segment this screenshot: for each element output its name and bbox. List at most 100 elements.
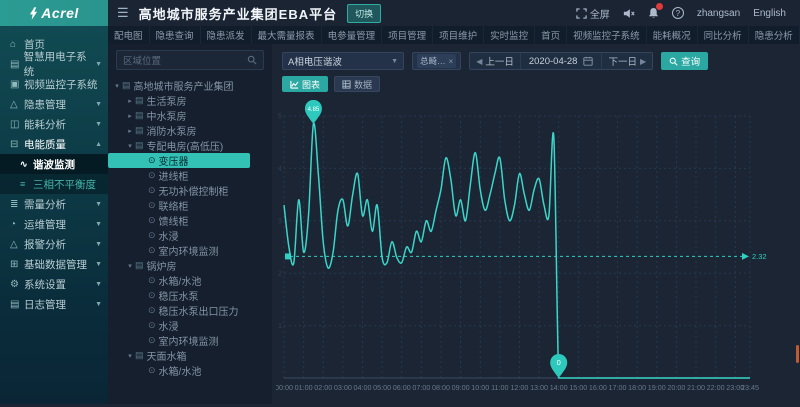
hazard-icon: △: [10, 99, 24, 110]
chevron-up-icon: ▲: [95, 141, 102, 148]
mark-point[interactable]: 0: [550, 354, 567, 378]
tree-node-label: 稳压水泵出口压力: [159, 303, 239, 318]
sidebar-item-能耗分析[interactable]: ◫能耗分析▼: [0, 114, 108, 134]
tab-首页[interactable]: 首页: [535, 26, 567, 44]
sidebar-item-报警分析[interactable]: △报警分析▼: [0, 234, 108, 254]
sidebar-item-基础数据管理[interactable]: ⊞基础数据管理▼: [0, 254, 108, 274]
tab-项目维护[interactable]: 项目维护: [433, 26, 484, 44]
tab-同比分析[interactable]: 同比分析: [698, 26, 749, 44]
collapse-icon[interactable]: ▾: [112, 82, 122, 90]
collapse-icon[interactable]: ▾: [125, 262, 135, 270]
sidebar-item-电能质量[interactable]: ⊟电能质量▲: [0, 134, 108, 154]
tab-隐患查询[interactable]: 隐患查询: [150, 26, 201, 44]
mute-button[interactable]: [623, 8, 635, 19]
chart-svg: 1234500:0001:0002:0003:0004:0005:0006:00…: [276, 100, 790, 402]
help-icon[interactable]: ?: [672, 7, 684, 19]
prev-day-button[interactable]: ◀ 上一日: [470, 53, 520, 69]
tab-最大需量报表[interactable]: 最大需量报表: [252, 26, 322, 44]
tree-node-消防水泵房[interactable]: ▸▤消防水泵房: [108, 123, 272, 138]
tree-node-变压器[interactable]: ⊙变压器: [108, 153, 250, 168]
chart-view-button[interactable]: 图表: [282, 76, 328, 92]
svg-text:19:00: 19:00: [648, 383, 666, 392]
tree-node-中水泵房[interactable]: ▸▤中水泵房: [108, 108, 272, 123]
tab-隐患分析[interactable]: 隐患分析: [749, 26, 800, 44]
tree-node-水浸[interactable]: ⊙水浸: [108, 228, 272, 243]
switch-button[interactable]: 切换: [347, 4, 381, 23]
data-view-button[interactable]: 数据: [334, 76, 380, 92]
tree-node-稳压水泵出口压力[interactable]: ⊙稳压水泵出口压力: [108, 303, 272, 318]
tree-node-水箱/水池[interactable]: ⊙水箱/水池: [108, 363, 272, 378]
tree-search-input[interactable]: 区域位置: [116, 50, 264, 70]
svg-text:5: 5: [278, 114, 282, 121]
svg-text:12:00: 12:00: [510, 383, 528, 392]
metric-tag[interactable]: 总畸… ×: [417, 54, 456, 68]
sidebar-item-需量分析[interactable]: ≣需量分析▼: [0, 194, 108, 214]
expand-icon[interactable]: ▸: [125, 127, 135, 135]
tree-node-专配电房(高低压)[interactable]: ▾▤专配电房(高低压): [108, 138, 272, 153]
sidebar-item-智慧用电子系统[interactable]: ▤智慧用电子系统▼: [0, 54, 108, 74]
scroll-indicator[interactable]: [796, 345, 799, 363]
sidebar-item-隐患管理[interactable]: △隐患管理▼: [0, 94, 108, 114]
fullscreen-icon: [576, 8, 587, 19]
chevron-right-icon: ▶: [640, 57, 646, 66]
sidebar-subitem-三相不平衡度[interactable]: ≡三相不平衡度: [0, 174, 108, 194]
tab-label: 隐患查询: [156, 28, 194, 42]
tree-node-水浸[interactable]: ⊙水浸: [108, 318, 272, 333]
metric-multiselect[interactable]: 总畸… ×: [412, 52, 461, 70]
mark-point[interactable]: 4.85: [305, 100, 322, 124]
tree-node-室内环境监测[interactable]: ⊙室内环境监测: [108, 333, 272, 348]
tab-能耗概况[interactable]: 能耗概况: [647, 26, 698, 44]
sidebar-item-系统设置[interactable]: ⚙系统设置▼: [0, 274, 108, 294]
tree-node-生活泵房[interactable]: ▸▤生活泵房: [108, 93, 272, 108]
fullscreen-button[interactable]: 全屏: [576, 6, 610, 21]
tab-label: 首页: [541, 28, 560, 42]
chart-view-icon: [290, 80, 299, 89]
sidebar-item-日志管理[interactable]: ▤日志管理▼: [0, 294, 108, 314]
next-day-button[interactable]: 下一日 ▶: [602, 53, 652, 69]
tab-隐患派发[interactable]: 隐患派发: [201, 26, 252, 44]
tree-node-联络柜[interactable]: ⊙联络柜: [108, 198, 272, 213]
expand-icon[interactable]: ▸: [125, 97, 135, 105]
tree-node-室内环境监测[interactable]: ⊙室内环境监测: [108, 243, 272, 258]
query-button[interactable]: 查询: [661, 52, 708, 70]
folder-icon: ▤: [135, 110, 144, 121]
tree-node-锅炉房[interactable]: ▾▤锅炉房: [108, 258, 272, 273]
tree-node-无功补偿控制柜[interactable]: ⊙无功补偿控制柜: [108, 183, 272, 198]
svg-text:21:00: 21:00: [687, 383, 705, 392]
tree-node-天面水箱[interactable]: ▾▤天面水箱: [108, 348, 272, 363]
tree-node-高地城市服务产业集团[interactable]: ▾▤高地城市服务产业集团: [108, 78, 272, 93]
sidebar-subitem-谐波监测[interactable]: ∿谐波监测: [0, 154, 108, 174]
tab-视频监控子系统[interactable]: 视频监控子系统: [567, 26, 647, 44]
expand-icon[interactable]: ▸: [125, 112, 135, 120]
tab-电参量管理[interactable]: 电参量管理: [322, 26, 383, 44]
tab-实时监控[interactable]: 实时监控: [484, 26, 535, 44]
username[interactable]: zhangsan: [697, 8, 740, 19]
collapse-icon[interactable]: ▾: [125, 142, 135, 150]
date-picker[interactable]: 2020-04-28: [520, 53, 603, 69]
log-icon: ▤: [10, 299, 24, 310]
tab-项目管理[interactable]: 项目管理: [382, 26, 433, 44]
tree-node-水箱/水池[interactable]: ⊙水箱/水池: [108, 273, 272, 288]
folder-icon: ▤: [135, 260, 144, 271]
tree-node-馈线柜[interactable]: ⊙馈线柜: [108, 213, 272, 228]
language-switch[interactable]: English: [753, 8, 786, 19]
chevron-down-icon: ▼: [391, 58, 398, 65]
tab-配电图[interactable]: 配电图: [108, 26, 150, 44]
sidebar-item-运维管理[interactable]: ◔运维管理▼: [0, 214, 108, 234]
collapse-icon[interactable]: ▾: [125, 352, 135, 360]
threshold-value-label: 2.32: [752, 252, 767, 261]
harmonic-type-select[interactable]: A相电压谐波 ▼: [282, 52, 404, 70]
svg-text:13:00: 13:00: [530, 383, 548, 392]
tree-node-label: 天面水箱: [147, 348, 187, 363]
harmonic-line-chart[interactable]: 1234500:0001:0002:0003:0004:0005:0006:00…: [276, 100, 790, 402]
tree-node-稳压水泵[interactable]: ⊙稳压水泵: [108, 288, 272, 303]
notifications-button[interactable]: [648, 7, 659, 19]
tree-node-进线柜[interactable]: ⊙进线柜: [108, 168, 272, 183]
energy-analysis-icon: ◫: [10, 119, 24, 130]
sidebar-item-视频监控子系统[interactable]: ▣视频监控子系统: [0, 74, 108, 94]
chevron-down-icon: ▼: [95, 61, 102, 68]
notification-badge: [656, 3, 663, 10]
app-header: Acrel ☰ 高地城市服务产业集团EBA平台 切换 全屏 ? zhangsan…: [0, 0, 800, 26]
tag-close-icon[interactable]: ×: [449, 57, 454, 66]
menu-toggle-icon[interactable]: ☰: [117, 5, 129, 21]
